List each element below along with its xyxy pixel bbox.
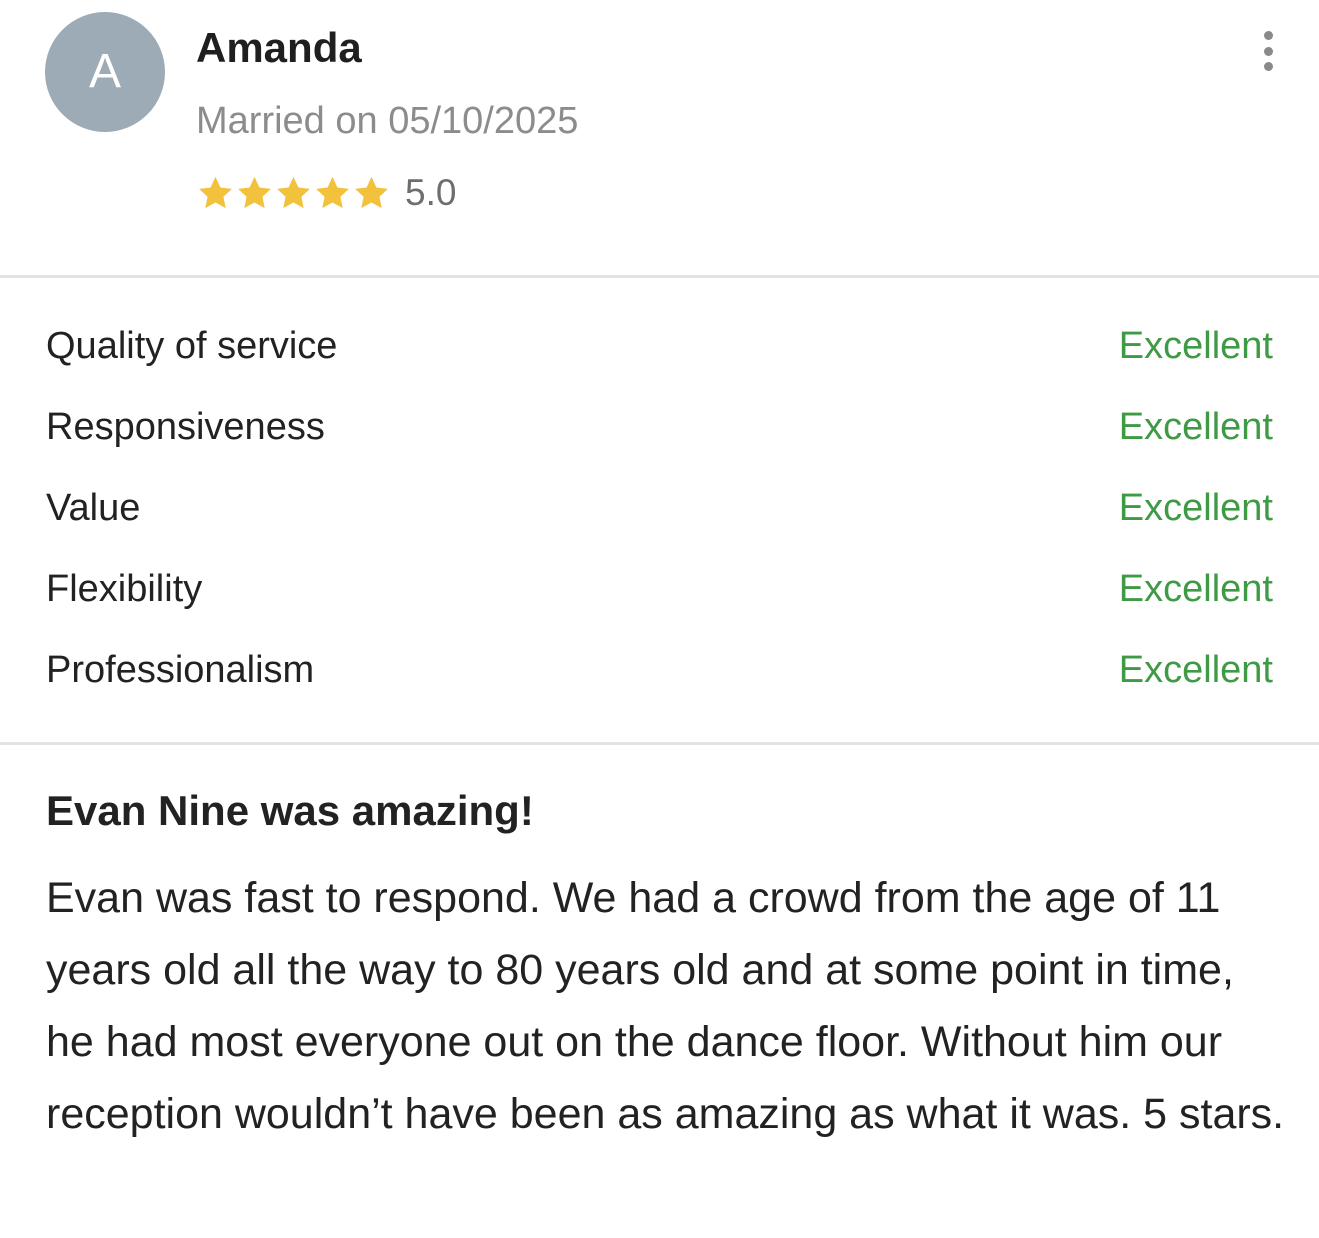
divider (0, 275, 1319, 278)
star-icon (199, 176, 232, 208)
divider (0, 742, 1319, 745)
rating-score: Excellent (1118, 568, 1273, 610)
review-header: A Amanda Married on 05/10/2025 5.0 (0, 0, 1319, 276)
avatar: A (45, 12, 165, 132)
review-card: A Amanda Married on 05/10/2025 5.0 Quali… (0, 0, 1319, 1238)
star-icon (238, 176, 271, 208)
rating-item-quality-of-service: Quality of service Excellent (0, 306, 1319, 387)
overall-rating: 5.0 (196, 170, 456, 216)
rating-label: Quality of service (46, 325, 338, 367)
wedding-date: Married on 05/10/2025 (196, 100, 579, 142)
rating-label: Flexibility (46, 568, 203, 610)
star-icon (355, 176, 388, 208)
rating-score: Excellent (1118, 487, 1273, 529)
reviewer-name: Amanda (196, 24, 362, 71)
rating-label: Responsiveness (46, 406, 325, 448)
rating-score: Excellent (1118, 406, 1273, 448)
rating-score: Excellent (1118, 649, 1273, 691)
star-icon (316, 176, 349, 208)
star-icon (277, 176, 310, 208)
rating-item-flexibility: Flexibility Excellent (0, 549, 1319, 630)
rating-item-professionalism: Professionalism Excellent (0, 630, 1319, 711)
rating-item-responsiveness: Responsiveness Excellent (0, 387, 1319, 468)
more-vertical-icon-dot (1263, 46, 1273, 56)
more-options-button[interactable] (1256, 28, 1280, 74)
more-vertical-icon (1263, 31, 1273, 40)
more-vertical-icon-dot (1263, 62, 1273, 71)
rating-item-value: Value Excellent (0, 468, 1319, 549)
review-title: Evan Nine was amazing! (46, 787, 534, 834)
review-body: Evan was fast to respond. We had a crowd… (46, 874, 1285, 1138)
rating-value: 5.0 (405, 172, 457, 213)
star-rating (196, 174, 391, 213)
category-ratings: Quality of service Excellent Responsiven… (0, 306, 1319, 711)
rating-label: Professionalism (46, 649, 315, 691)
rating-score: Excellent (1118, 325, 1273, 367)
rating-label: Value (46, 487, 141, 529)
